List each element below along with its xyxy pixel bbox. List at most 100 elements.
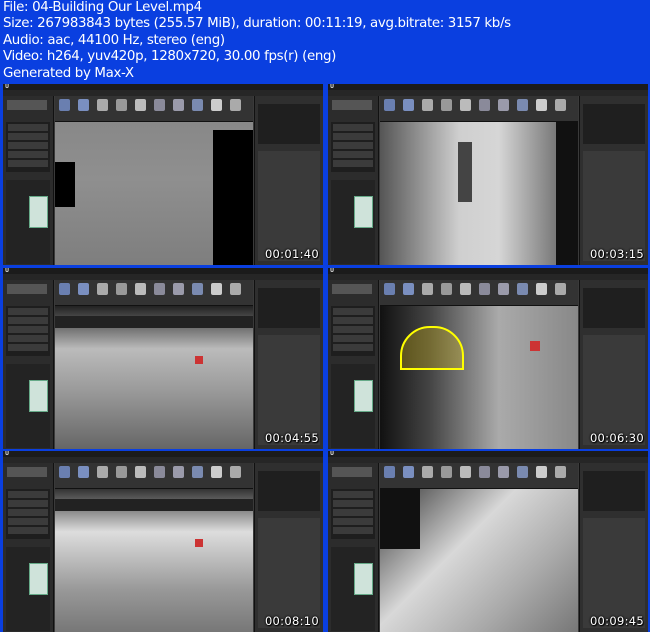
toolbar-button-icon — [135, 99, 146, 111]
toolbar-button-icon — [97, 466, 108, 478]
mode-tabs — [332, 100, 372, 110]
placement-item — [8, 518, 48, 525]
world-outliner — [583, 471, 645, 511]
mode-tabs — [332, 284, 372, 294]
viewport-void — [213, 130, 253, 265]
placement-list — [331, 306, 375, 356]
toolbar-button-icon — [192, 466, 203, 478]
toolbar-button-icon — [498, 99, 509, 111]
thumbnail-timestamp: 00:01:40 — [264, 247, 319, 261]
world-outliner — [258, 288, 320, 328]
toolbar-button-icon — [479, 466, 490, 478]
placement-item — [8, 142, 48, 149]
asset-thumbnail — [354, 196, 373, 228]
toolbar-button-icon — [78, 466, 89, 478]
viewport-void — [380, 489, 420, 549]
asset-thumbnail — [29, 563, 48, 595]
editor-toolbar — [55, 280, 253, 306]
details-panel — [254, 280, 323, 449]
placement-list — [6, 306, 50, 356]
placement-item — [333, 326, 373, 333]
glowing-arch — [400, 326, 464, 370]
toolbar-button-icon — [230, 283, 241, 295]
asset-thumbnail — [354, 380, 373, 412]
video-thumbnail[interactable]: U 00:09:45 — [328, 451, 648, 632]
placement-item — [8, 151, 48, 158]
toolbar-button-icon — [441, 283, 452, 295]
toolbar-button-icon — [173, 99, 184, 111]
video-thumbnail[interactable]: U 00:01:40 — [3, 84, 323, 265]
ceiling-beam — [55, 316, 253, 328]
details-properties — [583, 151, 645, 261]
placement-item — [8, 160, 48, 167]
video-thumbnail[interactable]: U 00:08:10 — [3, 451, 323, 632]
toolbar-button-icon — [78, 283, 89, 295]
toolbar-button-icon — [422, 466, 433, 478]
red-x-marker — [195, 356, 203, 364]
modes-panel — [328, 463, 379, 632]
placement-list — [331, 122, 375, 172]
toolbar-button-icon — [536, 466, 547, 478]
toolbar-button-icon — [555, 99, 566, 111]
toolbar-button-icon — [536, 99, 547, 111]
modes-panel — [328, 280, 379, 449]
toolbar-button-icon — [192, 99, 203, 111]
details-panel — [579, 280, 648, 449]
viewport-void — [55, 162, 75, 207]
toolbar-button-icon — [517, 466, 528, 478]
toolbar-button-icon — [78, 99, 89, 111]
modes-panel — [3, 96, 54, 265]
placement-item — [8, 344, 48, 351]
toolbar-button-icon — [517, 283, 528, 295]
toolbar-button-icon — [97, 283, 108, 295]
toolbar-button-icon — [555, 283, 566, 295]
video-thumbnail[interactable]: U 00:03:15 — [328, 84, 648, 265]
placement-item — [333, 160, 373, 167]
thumbnail-timestamp: 00:03:15 — [589, 247, 644, 261]
toolbar-button-icon — [498, 466, 509, 478]
placement-item — [333, 527, 373, 534]
toolbar-button-icon — [479, 283, 490, 295]
toolbar-button-icon — [498, 283, 509, 295]
toolbar-button-icon — [116, 283, 127, 295]
file-info-header: File: 04-Building Our Level.mp4 Size: 26… — [3, 0, 643, 82]
toolbar-button-icon — [173, 283, 184, 295]
mode-tabs — [7, 467, 47, 477]
video-thumbnail[interactable]: U 00:06:30 — [328, 268, 648, 449]
placement-item — [333, 509, 373, 516]
placement-item — [8, 308, 48, 315]
file-size-duration: Size: 267983843 bytes (255.57 MiB), dura… — [3, 16, 511, 32]
toolbar-button-icon — [173, 466, 184, 478]
placement-item — [333, 317, 373, 324]
placement-item — [8, 509, 48, 516]
toolbar-button-icon — [230, 466, 241, 478]
asset-thumbnail — [354, 563, 373, 595]
modes-panel — [3, 280, 54, 449]
toolbar-button-icon — [403, 466, 414, 478]
toolbar-button-icon — [460, 283, 471, 295]
thumbnail-timestamp: 00:09:45 — [589, 614, 644, 628]
placement-item — [333, 308, 373, 315]
toolbar-button-icon — [116, 99, 127, 111]
toolbar-button-icon — [154, 283, 165, 295]
world-outliner — [258, 104, 320, 144]
mode-tabs — [332, 467, 372, 477]
details-panel — [254, 96, 323, 265]
video-thumbnail[interactable]: U 00:04:55 — [3, 268, 323, 449]
placement-item — [8, 527, 48, 534]
placement-item — [8, 124, 48, 131]
red-x-marker — [530, 341, 540, 351]
toolbar-button-icon — [384, 99, 395, 111]
placement-item — [8, 133, 48, 140]
mode-tabs — [7, 284, 47, 294]
details-properties — [258, 335, 320, 445]
placement-item — [333, 518, 373, 525]
modes-panel — [328, 96, 379, 265]
file-name: File: 04-Building Our Level.mp4 — [3, 0, 202, 15]
placement-item — [333, 335, 373, 342]
toolbar-button-icon — [479, 99, 490, 111]
toolbar-button-icon — [422, 283, 433, 295]
placement-list — [331, 489, 375, 539]
level-viewport — [55, 306, 253, 449]
video-info: Video: h264, yuv420p, 1280x720, 30.00 fp… — [3, 49, 336, 65]
